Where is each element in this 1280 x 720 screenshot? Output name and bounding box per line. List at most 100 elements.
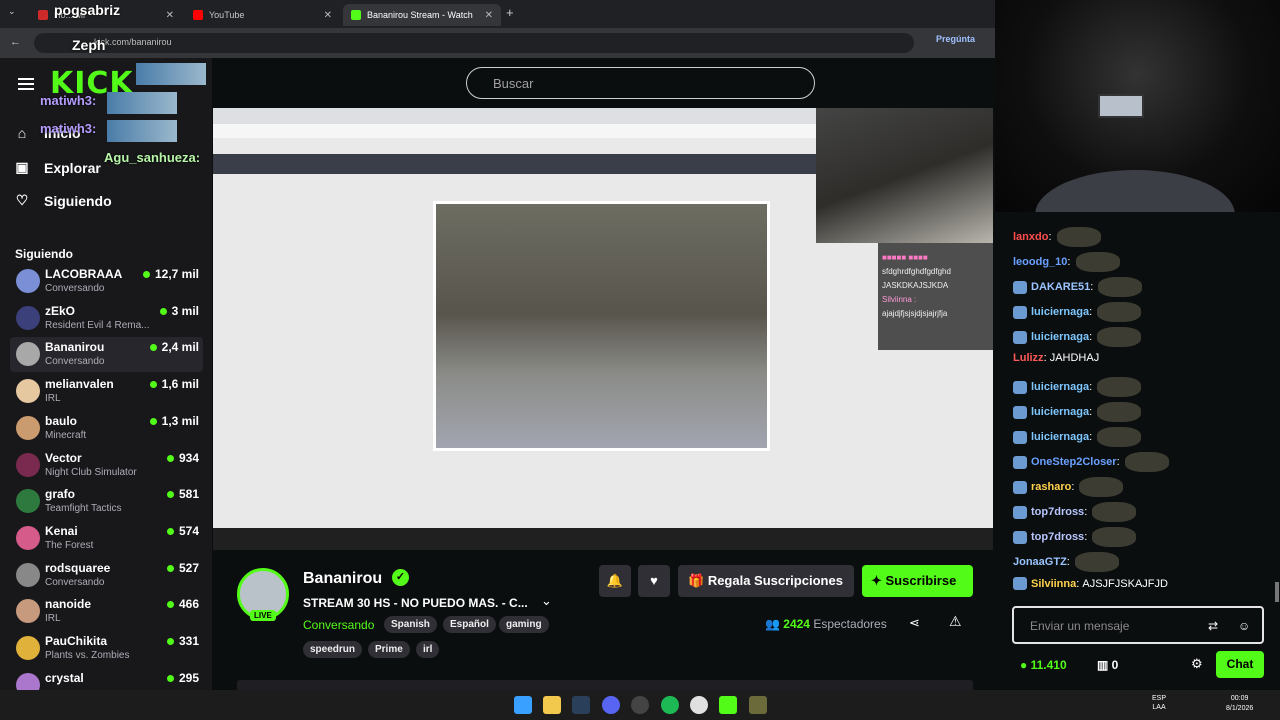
translate-icon[interactable]: ⇄ <box>1208 619 1218 633</box>
close-icon[interactable]: ✕ <box>324 10 332 21</box>
chat-message: lanxdo: <box>1013 227 1101 247</box>
viewer-count-text: 331 <box>178 634 199 648</box>
notification-bell-button[interactable]: 🔔 <box>599 565 631 597</box>
chat-username[interactable]: top7dross <box>1031 531 1084 543</box>
gift-icon: ▥ <box>1097 658 1112 672</box>
tag[interactable]: gaming <box>499 616 549 633</box>
tag[interactable]: Prime <box>368 641 410 658</box>
channel-row[interactable]: PauChikita Plants vs. Zombies 331 <box>10 631 203 666</box>
channel-row[interactable]: baulo Minecraft 1,3 mil <box>10 411 203 446</box>
viewer-number: 2424 <box>783 617 810 631</box>
spotify-icon[interactable] <box>661 696 679 714</box>
new-tab-button[interactable]: + <box>506 5 514 20</box>
chat-username[interactable]: lanxdo <box>1013 231 1048 243</box>
chrome-icon[interactable] <box>690 696 708 714</box>
emoji-icon[interactable]: ☺ <box>1238 619 1250 633</box>
obs-icon[interactable] <box>631 696 649 714</box>
channel-row[interactable]: rodsquaree Conversando 527 <box>10 558 203 593</box>
chat-username[interactable]: luiciernaga <box>1031 381 1089 393</box>
start-icon[interactable] <box>514 696 532 714</box>
steam-icon[interactable] <box>572 696 590 714</box>
chat-send-button[interactable]: Chat <box>1216 651 1264 678</box>
chat-username[interactable]: DAKARE51 <box>1031 281 1090 293</box>
chat-username[interactable]: top7dross <box>1031 506 1084 518</box>
channel-name: rodsquaree <box>45 560 111 575</box>
chat-text: AJSJFJSKAJFJD <box>1082 577 1168 590</box>
app-icon[interactable] <box>749 696 767 714</box>
back-icon[interactable]: ← <box>10 36 21 48</box>
emote-icon <box>1092 502 1137 522</box>
nav-explore[interactable]: ▣ Explorar <box>14 159 100 176</box>
viewer-count-text: 2,4 mil <box>161 340 199 355</box>
channel-row[interactable]: LACOBRAAA Conversando 12,7 mil <box>10 264 203 299</box>
chat-username[interactable]: luiciernaga <box>1031 306 1089 318</box>
channel-viewers: 331 <box>166 634 199 648</box>
tag[interactable]: Español <box>443 616 496 633</box>
channel-category: The Forest <box>45 539 94 551</box>
clock[interactable]: 00:09 8/1/2026 <box>1226 694 1253 714</box>
subscribe-button[interactable]: ✦ Suscribirse <box>862 565 973 597</box>
url-input[interactable]: kick.com/bananirou <box>34 33 914 53</box>
channel-row[interactable]: Kenai The Forest 574 <box>10 521 203 556</box>
tag[interactable]: speedrun <box>303 641 363 658</box>
channel-row[interactable]: grafo Teamfight Tactics 581 <box>10 484 203 519</box>
follow-button[interactable]: ♥ <box>638 565 670 597</box>
subscribe-label: Suscribirse <box>885 573 957 588</box>
channel-viewers: 934 <box>166 451 199 465</box>
gear-icon[interactable]: ⚙ <box>1191 656 1203 672</box>
channel-category: Plants vs. Zombies <box>45 650 130 661</box>
channel-row[interactable]: melianvalen IRL 1,6 mil <box>10 374 203 409</box>
report-icon[interactable]: ⚠ <box>949 613 962 630</box>
chat-username[interactable]: JonaaGTZ <box>1013 556 1067 568</box>
overlay-name: matiwh3: <box>40 93 97 108</box>
channel-viewers: 295 <box>166 671 199 685</box>
address-bar: ← kick.com/bananirou <box>0 28 995 58</box>
chat-username[interactable]: luiciernaga <box>1031 431 1089 443</box>
tag[interactable]: Spanish <box>384 616 437 633</box>
channel-name: LACOBRAAA <box>45 267 123 281</box>
streamer-name[interactable]: Bananirou <box>303 570 382 588</box>
subs-counter[interactable]: ▥ 0 <box>1097 658 1118 672</box>
file-explorer-icon[interactable] <box>543 696 561 714</box>
chat-username[interactable]: luiciernaga <box>1031 331 1089 343</box>
channel-viewers: 466 <box>166 597 199 611</box>
browser-tab-3[interactable]: Bananirou Stream - Watch ✕ <box>343 4 501 26</box>
channel-row[interactable]: Vector Night Club Simulator 934 <box>10 448 203 483</box>
share-icon[interactable]: ⋖ <box>909 615 920 631</box>
gift-subs-button[interactable]: 🎁 Regala Suscripciones <box>678 565 854 597</box>
channel-row[interactable]: zEkO Resident Evil 4 Rema... 3 mil <box>10 301 203 336</box>
channel-row[interactable]: nanoide IRL 466 <box>10 594 203 629</box>
video-player[interactable]: ■■■■■ ■■■■ sfdghrdfghdfgdfghd JASKDKAJSJ… <box>213 108 993 550</box>
following-heading: Siguiendo <box>15 247 73 261</box>
menu-icon[interactable] <box>18 78 34 90</box>
chat-username[interactable]: Lulizz <box>1013 352 1044 364</box>
emote-icon <box>1075 252 1120 272</box>
ask-button[interactable]: Pregúnta <box>936 34 975 44</box>
close-icon[interactable]: ✕ <box>166 10 174 21</box>
scrollbar[interactable] <box>1275 582 1279 602</box>
badge-icon <box>1013 577 1027 590</box>
chat-username[interactable]: leoodg_10 <box>1013 256 1067 268</box>
discord-icon[interactable] <box>602 696 620 714</box>
search-input[interactable]: Buscar <box>466 67 815 99</box>
close-icon[interactable]: ✕ <box>485 10 493 21</box>
tag[interactable]: irl <box>416 641 440 658</box>
language-indicator[interactable]: ESP LAA <box>1152 694 1166 712</box>
channel-row[interactable]: Bananirou Conversando 2,4 mil <box>10 337 203 373</box>
chat-username[interactable]: rasharo <box>1031 481 1071 493</box>
channel-points[interactable]: ● 11.410 <box>1020 658 1067 672</box>
browser-tab-2[interactable]: YouTube ✕ <box>185 4 340 26</box>
chat-username[interactable]: OneStep2Closer <box>1031 456 1117 468</box>
kick-icon[interactable] <box>719 696 737 714</box>
chat-username[interactable]: Silviinna <box>1031 578 1076 590</box>
chat-input[interactable]: Enviar un mensaje <box>1012 606 1264 644</box>
nav-following[interactable]: ♡ Siguiendo <box>14 192 112 209</box>
channel-avatar <box>16 452 40 477</box>
badge-icon <box>1013 505 1027 519</box>
tab-search-icon[interactable]: ⌄ <box>8 6 16 17</box>
chat-username[interactable]: luiciernaga <box>1031 406 1089 418</box>
chat-separator: : <box>1089 306 1096 318</box>
bell-icon: 🔔 <box>606 573 624 588</box>
stream-category[interactable]: Conversando <box>303 618 374 632</box>
chevron-down-icon[interactable]: ⌄ <box>541 593 552 609</box>
